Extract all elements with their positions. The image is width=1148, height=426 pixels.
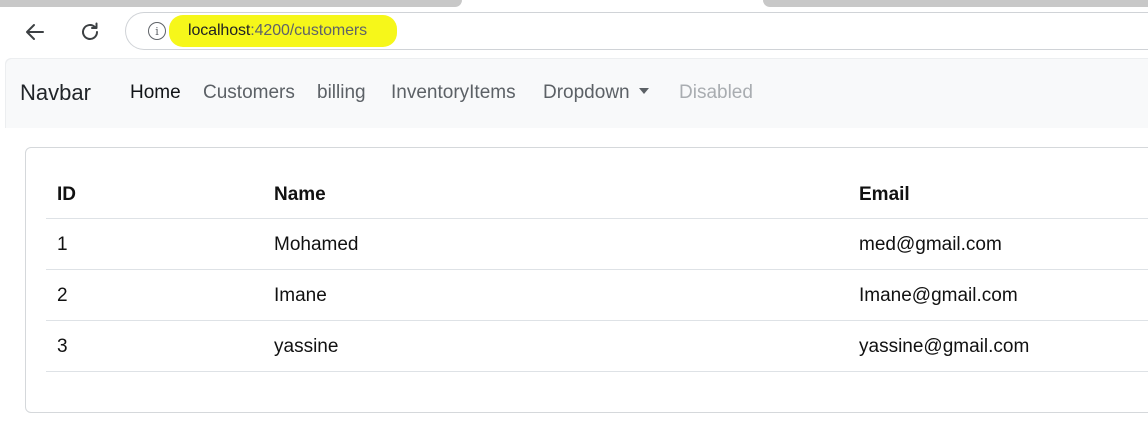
cell-email: Imane@gmail.com	[859, 285, 1018, 306]
nav-item-billing[interactable]: billing	[317, 82, 366, 104]
dropdown-label: Dropdown	[543, 82, 630, 103]
header-id: ID	[57, 184, 76, 205]
arrow-left-icon	[26, 24, 44, 40]
cell-name: Imane	[274, 285, 327, 306]
info-glyph: i	[155, 24, 159, 38]
url-path: :4200/customers	[250, 22, 368, 39]
tab-left[interactable]	[0, 0, 462, 7]
navbar: Navbar Home Customers billing InventoryI…	[5, 58, 1148, 128]
url-text[interactable]: localhost:4200/customers	[188, 22, 367, 40]
address-bar[interactable]: i localhost:4200/customers	[125, 12, 1148, 50]
reload-icon	[82, 22, 98, 40]
table-row: 2 Imane Imane@gmail.com	[46, 270, 1148, 321]
back-button[interactable]	[19, 16, 51, 48]
cell-id: 1	[57, 234, 68, 255]
caret-down-icon	[638, 88, 649, 94]
table-row: 1 Mohamed med@gmail.com	[46, 219, 1148, 270]
nav-item-customers[interactable]: Customers	[203, 82, 295, 104]
tab-strip	[0, 0, 1148, 8]
cell-name: yassine	[274, 336, 339, 357]
cell-name: Mohamed	[274, 234, 359, 255]
nav-item-disabled: Disabled	[679, 82, 753, 103]
cell-id: 3	[57, 336, 68, 357]
browser-toolbar: i localhost:4200/customers	[0, 8, 1148, 56]
cell-id: 2	[57, 285, 68, 306]
nav-item-home[interactable]: Home	[130, 82, 181, 104]
cell-email: yassine@gmail.com	[859, 336, 1030, 357]
reload-button[interactable]	[74, 16, 106, 48]
nav-item-inventoryitems[interactable]: InventoryItems	[391, 82, 516, 104]
header-name: Name	[274, 184, 326, 205]
url-host: localhost	[188, 22, 251, 39]
header-email: Email	[859, 184, 910, 205]
table-row: 3 yassine yassine@gmail.com	[46, 321, 1148, 372]
customers-card: ID Name Email 1 Mohamed med@gmail.com 2 …	[25, 147, 1148, 413]
navbar-brand[interactable]: Navbar	[20, 80, 91, 106]
info-icon[interactable]: i	[148, 22, 166, 40]
nav-item-dropdown[interactable]: Dropdown	[543, 82, 649, 104]
customers-table: ID Name Email 1 Mohamed med@gmail.com 2 …	[46, 168, 1148, 372]
table-header-row: ID Name Email	[46, 168, 1148, 219]
cell-email: med@gmail.com	[859, 234, 1002, 255]
tab-right[interactable]	[763, 0, 1148, 7]
